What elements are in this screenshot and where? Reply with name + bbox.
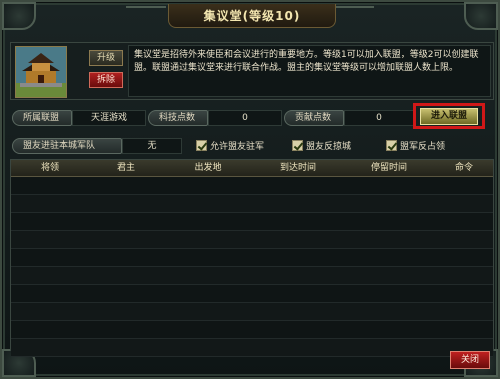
council-hall-building-icon [15, 46, 67, 98]
table-header: 将领 君主 出发地 到达时间 停留时间 命令 [11, 160, 493, 177]
contribution-points-label: 贡献点数 [284, 110, 344, 126]
table-row [11, 267, 493, 285]
upgrade-button[interactable]: 升级 [89, 50, 123, 66]
ally-garrison-value: 无 [122, 138, 182, 154]
building-description: 集议堂是招待外来使臣和会议进行的重要地方。等级1可以加入联盟，等级2可以创建联盟… [128, 45, 491, 97]
column-stay-time: 停留时间 [370, 163, 407, 173]
allow-ally-garrison-label: 允许盟友驻军 [210, 142, 265, 152]
column-origin: 出发地 [194, 163, 222, 173]
join-alliance-button[interactable]: 进入联盟 [420, 108, 478, 125]
table-row [11, 285, 493, 303]
column-general: 将领 [40, 163, 59, 173]
close-button[interactable]: 关闭 [450, 351, 490, 369]
frame-corner [2, 2, 36, 30]
alliance-value: 天涯游戏 [72, 110, 146, 126]
demolish-button[interactable]: 拆除 [89, 72, 123, 88]
ally-counter-attack-checkbox[interactable]: 盟友反掠城 [292, 139, 351, 152]
table-row [11, 339, 493, 357]
table-row [11, 195, 493, 213]
ally-garrison-label: 盟友进驻本城军队 [12, 138, 122, 154]
table-row [11, 177, 493, 195]
building-info-panel: 升级 拆除 集议堂是招待外来使臣和会议进行的重要地方。等级1可以加入联盟，等级2… [10, 42, 494, 100]
title-bar: 集议堂(等级10) [168, 4, 336, 28]
table-body [11, 177, 493, 357]
column-command: 命令 [454, 163, 473, 173]
title-ornament [126, 6, 166, 20]
frame-corner [464, 2, 498, 30]
title-ornament [334, 6, 374, 20]
table-row [11, 231, 493, 249]
window-title: 集议堂(等级10) [203, 9, 301, 23]
tech-points-label: 科技点数 [148, 110, 208, 126]
ally-reoccupy-checkbox[interactable]: 盟军反占领 [386, 139, 445, 152]
column-lord: 君主 [116, 163, 135, 173]
checkbox-checked-icon[interactable] [196, 140, 207, 151]
garrison-troop-table: 将领 君主 出发地 到达时间 停留时间 命令 [10, 159, 494, 357]
checkbox-checked-icon[interactable] [292, 140, 303, 151]
ally-reoccupy-label: 盟军反占领 [400, 142, 446, 152]
column-arrival-time: 到达时间 [279, 163, 316, 173]
council-hall-window: 集议堂(等级10) 升级 拆除 集议堂是招待外来使臣和会议进行的重要地方。等级1… [0, 0, 500, 379]
tech-points-value: 0 [208, 110, 282, 126]
table-row [11, 321, 493, 339]
alliance-label: 所属联盟 [12, 110, 72, 126]
table-row [11, 303, 493, 321]
ally-counter-attack-label: 盟友反掠城 [306, 142, 352, 152]
contribution-points-value: 0 [344, 110, 414, 126]
checkbox-checked-icon[interactable] [386, 140, 397, 151]
allow-ally-garrison-checkbox[interactable]: 允许盟友驻军 [196, 139, 264, 152]
table-row [11, 213, 493, 231]
table-row [11, 249, 493, 267]
